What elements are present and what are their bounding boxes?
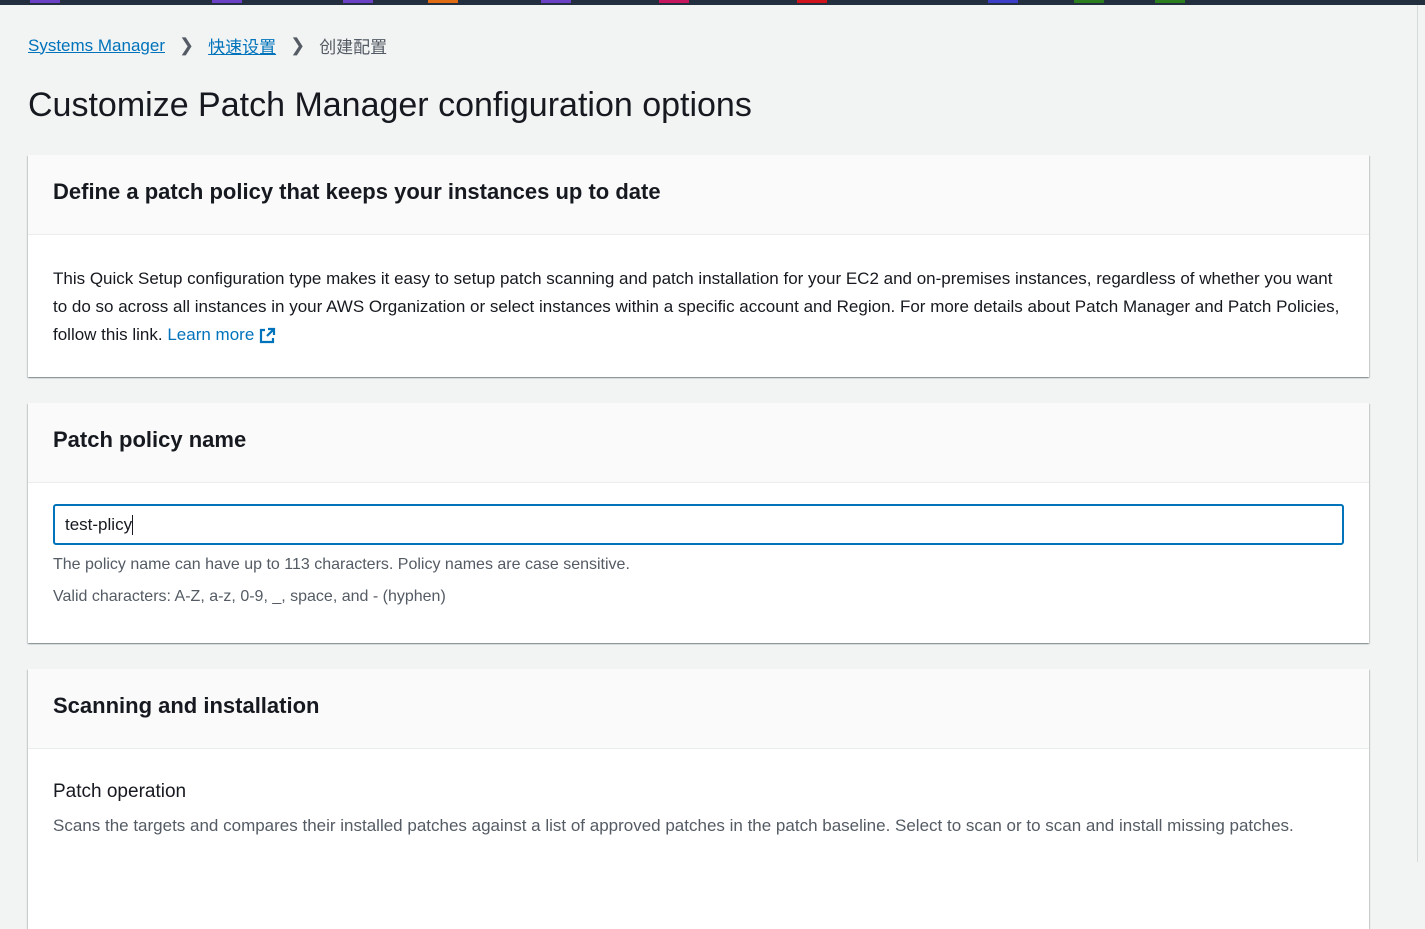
- breadcrumb-current: 创建配置: [319, 38, 388, 57]
- breadcrumb: Systems Manager ❯ 快速设置 ❯ 创建配置: [28, 33, 387, 58]
- external-link-icon: [260, 327, 276, 343]
- define-policy-panel: Define a patch policy that keeps your in…: [28, 155, 1369, 377]
- service-shortcut[interactable]: [988, 0, 1018, 3]
- chevron-right-icon: ❯: [179, 35, 195, 55]
- service-shortcut[interactable]: [428, 0, 458, 3]
- policy-name-hint: The policy name can have up to 113 chara…: [53, 556, 630, 573]
- service-shortcut[interactable]: [212, 0, 242, 3]
- breadcrumb-quick-setup[interactable]: 快速设置: [208, 33, 276, 58]
- learn-more-link[interactable]: Learn more: [167, 325, 276, 344]
- panel-title: Define a patch policy that keeps your in…: [28, 155, 1369, 235]
- service-shortcut[interactable]: [541, 0, 571, 3]
- scrollbar[interactable]: [1417, 5, 1418, 862]
- service-shortcut[interactable]: [30, 0, 60, 3]
- panel-title: Patch policy name: [28, 403, 1369, 483]
- chevron-right-icon: ❯: [290, 35, 306, 55]
- top-navigation-bar: [0, 0, 1425, 5]
- patch-operation-description: Scans the targets and compares their ins…: [53, 816, 1294, 835]
- service-shortcut[interactable]: [797, 0, 827, 3]
- panel-title: Scanning and installation: [28, 669, 1369, 749]
- breadcrumb-systems-manager[interactable]: Systems Manager: [28, 36, 165, 56]
- service-shortcut[interactable]: [659, 0, 689, 3]
- page-title: Customize Patch Manager configuration op…: [28, 86, 752, 124]
- policy-name-panel: Patch policy name test-plicy The policy …: [28, 403, 1369, 643]
- service-shortcut[interactable]: [1155, 0, 1185, 3]
- patch-operation-label: Patch operation: [53, 781, 187, 802]
- service-shortcut[interactable]: [343, 0, 373, 3]
- scanning-installation-panel: Scanning and installation Patch operatio…: [28, 669, 1369, 929]
- policy-name-input[interactable]: test-plicy: [53, 504, 1344, 545]
- valid-characters-hint: Valid characters: A-Z, a-z, 0-9, _, spac…: [53, 588, 446, 605]
- service-shortcut[interactable]: [1074, 0, 1104, 3]
